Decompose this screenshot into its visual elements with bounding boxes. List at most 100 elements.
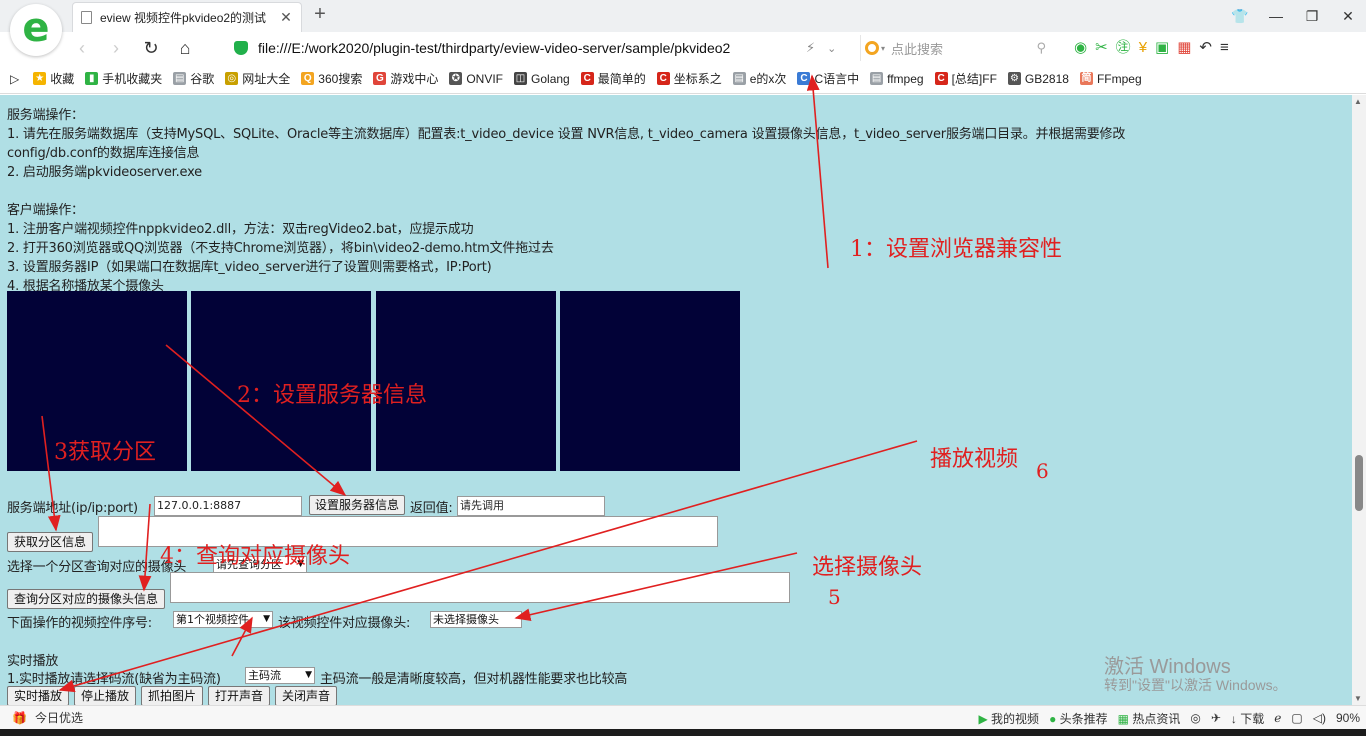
- return-value-label: 返回值:: [410, 501, 453, 516]
- address-bar[interactable]: file:///E:/work2020/plugin-test/thirdpar…: [226, 35, 846, 61]
- bookmark-item[interactable]: C 最简单的: [580, 70, 646, 87]
- scroll-up-icon[interactable]: ▲: [1354, 97, 1362, 106]
- control-index-label: 下面操作的视频控件序号:: [7, 616, 152, 631]
- url-text[interactable]: file:///E:/work2020/plugin-test/thirdpar…: [258, 40, 788, 56]
- snapshot-button[interactable]: 抓拍图片: [141, 686, 203, 705]
- search-icon[interactable]: ⚲: [1036, 40, 1046, 56]
- search-box[interactable]: ▾ 点此搜索 ⚲: [860, 35, 1056, 61]
- bookmark-item[interactable]: 简 FFmpeg: [1079, 72, 1142, 86]
- set-server-button[interactable]: 设置服务器信息: [309, 495, 405, 515]
- gift-icon[interactable]: 🎁: [12, 711, 27, 725]
- zoom-level[interactable]: 90%: [1336, 711, 1360, 725]
- new-tab-button[interactable]: +: [308, 3, 332, 27]
- chevron-down-icon[interactable]: ⌄: [827, 42, 836, 55]
- lightning-icon[interactable]: ⚡: [806, 40, 815, 56]
- chat-icon[interactable]: ◉: [1074, 38, 1087, 58]
- close-window-icon[interactable]: ✕: [1330, 0, 1366, 32]
- translate-icon[interactable]: ㊟: [1116, 38, 1131, 58]
- star-icon: ★: [33, 72, 47, 85]
- apps-grid-icon[interactable]: ▦: [1177, 38, 1191, 58]
- shirt-icon[interactable]: 👕: [1222, 0, 1258, 32]
- sidebar-toggle-icon[interactable]: ▷: [10, 72, 19, 86]
- video-player-4[interactable]: [560, 291, 740, 471]
- today-picks-link[interactable]: 今日优选: [35, 709, 83, 726]
- annotation-2: 2：设置服务器信息: [237, 383, 427, 408]
- download-icon: ↓: [1230, 711, 1237, 726]
- home-icon[interactable]: ⌂: [173, 36, 197, 60]
- tab-bar: eview 视频控件pkvideo2的测试 ✕ + 👕 — ❐ ✕: [0, 0, 1366, 32]
- page-content: 服务端操作： 1. 请先在服务端数据库（支持MySQL、SQLite、Oracl…: [0, 95, 1352, 705]
- play-realtime-button[interactable]: 实时播放: [7, 686, 69, 705]
- document-icon: [81, 11, 92, 24]
- bookmark-item[interactable]: C [总结]FF: [934, 70, 997, 87]
- status-headlines[interactable]: ● 头条推荐: [1049, 710, 1108, 727]
- status-my-videos[interactable]: ▶ 我的视频: [978, 710, 1039, 727]
- server-step-2: 2. 启动服务端pkvideoserver.exe: [7, 165, 202, 180]
- control-index-select[interactable]: 第1个视频控件 ▼: [173, 611, 273, 628]
- browser-tab[interactable]: eview 视频控件pkvideo2的测试 ✕: [72, 2, 302, 32]
- bookmark-item[interactable]: ◎ 网址大全: [225, 70, 290, 87]
- speed-icon[interactable]: ◎: [1190, 711, 1200, 725]
- image-icon[interactable]: ▣: [1155, 38, 1169, 58]
- server-step-1: 1. 请先在服务端数据库（支持MySQL、SQLite、Oracle等主流数据库…: [7, 127, 1126, 142]
- annotation-5-text: 选择摄像头: [812, 555, 923, 580]
- browser-logo-icon[interactable]: e: [10, 4, 62, 56]
- client-step-1: 1. 注册客户端视频控件nppkvideo2.dll，方法：双击regVideo…: [7, 222, 474, 237]
- money-icon[interactable]: ¥: [1139, 38, 1147, 58]
- bookmark-label: 360搜索: [318, 72, 363, 86]
- scissors-icon[interactable]: ✂: [1095, 38, 1108, 58]
- dropdown-icon[interactable]: ▾: [881, 44, 885, 53]
- status-hot-news[interactable]: ▦ 热点资讯: [1118, 710, 1181, 727]
- window-icon[interactable]: ▢: [1291, 711, 1302, 725]
- bookmark-item[interactable]: ▮ 手机收藏夹: [85, 70, 162, 87]
- get-partition-button[interactable]: 获取分区信息: [7, 532, 93, 552]
- undo-icon[interactable]: ↶: [1199, 38, 1212, 58]
- status-download[interactable]: ↓ 下载: [1231, 710, 1264, 727]
- bookmark-item[interactable]: ◫ Golang: [514, 72, 570, 86]
- bookmark-item[interactable]: ★ 收藏: [33, 70, 74, 87]
- bookmark-item[interactable]: ▤ ffmpeg: [870, 72, 924, 86]
- camera-info-textarea[interactable]: [170, 572, 790, 603]
- control-camera-select[interactable]: 未选择摄像头: [430, 611, 522, 628]
- bookmark-label: 收藏: [50, 72, 75, 86]
- query-camera-button[interactable]: 查询分区对应的摄像头信息: [7, 589, 165, 609]
- scrollbar-thumb[interactable]: [1355, 455, 1363, 511]
- ie-icon[interactable]: ℯ: [1274, 711, 1281, 725]
- back-icon[interactable]: ‹: [70, 36, 94, 60]
- bookmark-item[interactable]: C 坐标系之: [656, 70, 722, 87]
- bookmark-label: Golang: [531, 71, 570, 86]
- bookmark-item[interactable]: ▤ 谷歌: [173, 70, 214, 87]
- search-engine-icon[interactable]: [865, 41, 879, 55]
- sound-off-button[interactable]: 关闭声音: [275, 686, 337, 705]
- stream-select[interactable]: 主码流 ▼: [245, 667, 315, 684]
- reload-icon[interactable]: ↻: [139, 36, 163, 60]
- doc-icon: ▤: [173, 72, 187, 85]
- bookmark-item[interactable]: Q 360搜索: [301, 70, 362, 87]
- minimize-icon[interactable]: —: [1258, 0, 1294, 32]
- volume-icon[interactable]: ◁): [1313, 711, 1326, 725]
- bookmark-item[interactable]: G 游戏中心: [373, 70, 438, 87]
- return-value-field[interactable]: 请先调用: [457, 496, 605, 516]
- restore-icon[interactable]: ❐: [1294, 0, 1330, 32]
- bookmark-item[interactable]: ▤ e的x次: [732, 70, 786, 87]
- sound-on-button[interactable]: 打开声音: [208, 686, 270, 705]
- bookmark-label: C语言中: [814, 72, 860, 86]
- gb-icon: ⚙: [1007, 72, 1021, 85]
- menu-icon[interactable]: ≡: [1220, 38, 1229, 58]
- video-icon: ▶: [978, 711, 988, 726]
- close-tab-icon[interactable]: ✕: [279, 9, 293, 26]
- search-input[interactable]: 点此搜索: [891, 39, 1036, 58]
- bookmark-item[interactable]: C C语言中: [797, 70, 859, 87]
- forward-icon[interactable]: ›: [104, 36, 128, 60]
- bookmark-item[interactable]: ⚙ GB2818: [1007, 72, 1069, 86]
- window-controls: 👕 — ❐ ✕: [1222, 0, 1366, 32]
- server-address-input[interactable]: 127.0.0.1:8887: [154, 496, 302, 516]
- csdn-icon: C: [580, 72, 594, 85]
- pin-icon[interactable]: ✈: [1211, 711, 1221, 725]
- scroll-down-icon[interactable]: ▼: [1354, 694, 1362, 703]
- bookmark-item[interactable]: ✪ ONVIF: [449, 72, 503, 86]
- annotation-4: 4：查询对应摄像头: [160, 544, 350, 569]
- os-taskbar: [0, 729, 1366, 736]
- stop-play-button[interactable]: 停止播放: [74, 686, 136, 705]
- page-scrollbar[interactable]: ▲ ▼: [1352, 95, 1366, 705]
